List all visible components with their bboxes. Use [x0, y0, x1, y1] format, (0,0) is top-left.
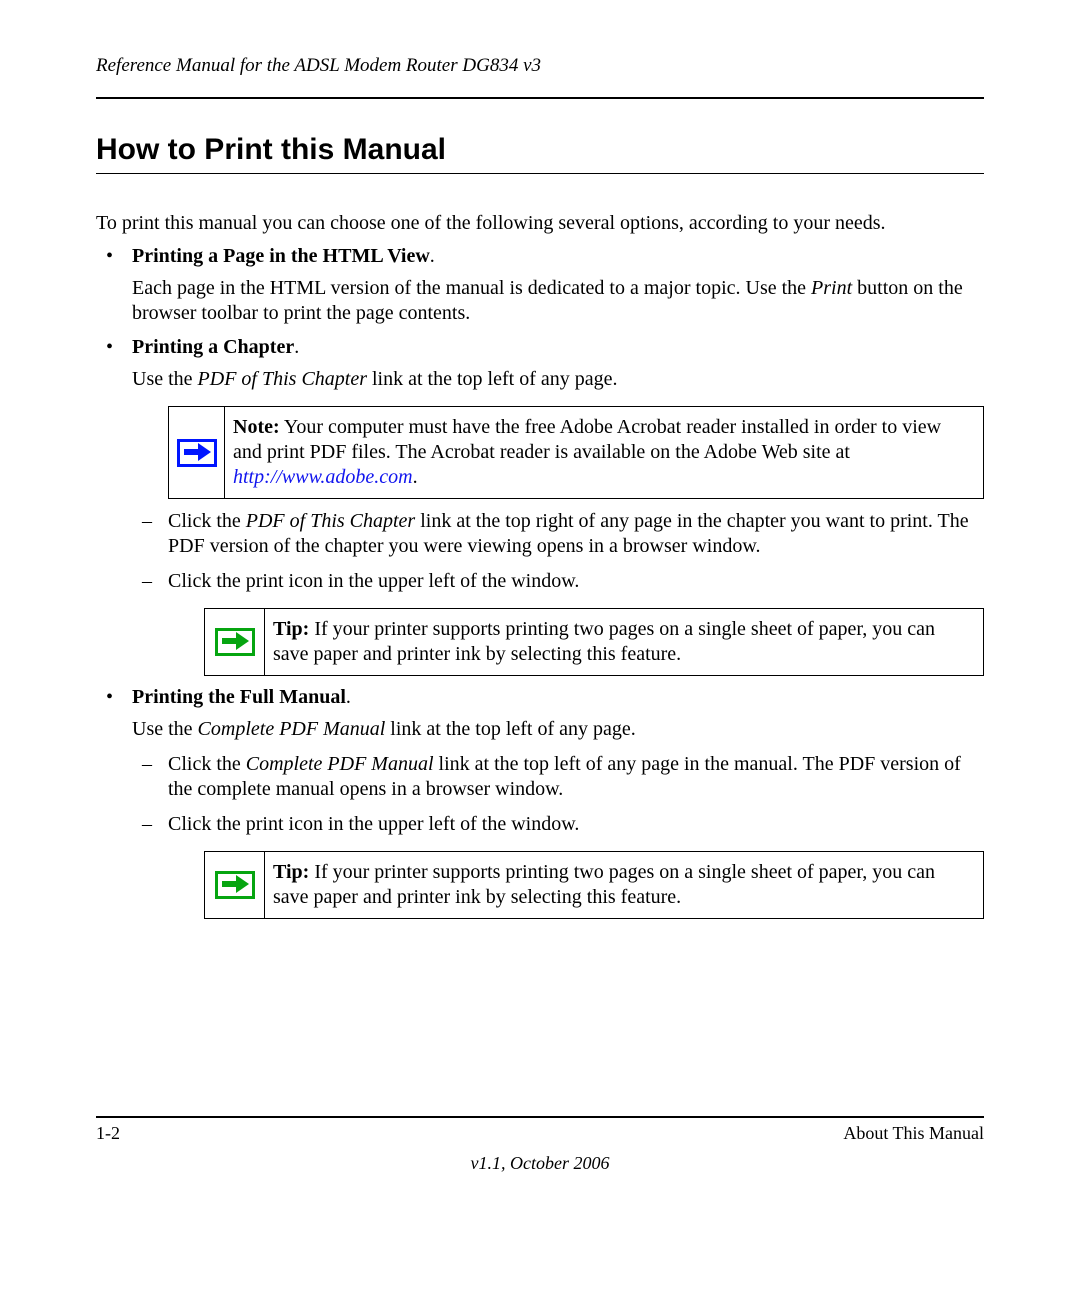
bullet-list: Printing a Page in the HTML View. Each p… — [96, 245, 984, 919]
bullet-item: Printing a Chapter. Use the PDF of This … — [96, 336, 984, 676]
sub-item: Click the Complete PDF Manual link at th… — [132, 752, 984, 802]
tip-lead: Tip: — [273, 861, 309, 883]
italic-text: Print — [811, 277, 852, 299]
text: Click the — [168, 510, 246, 532]
arrow-right-icon — [215, 871, 255, 899]
section-title: How to Print this Manual — [96, 133, 984, 174]
footer-row: 1-2 About This Manual — [96, 1123, 984, 1144]
text: link at the top left of any page. — [367, 368, 617, 390]
document-page: Reference Manual for the ADSL Modem Rout… — [0, 0, 1080, 1296]
arrow-right-icon — [215, 628, 255, 656]
icon-cell — [205, 609, 265, 675]
text: link at the top left of any page. — [385, 718, 635, 740]
text: Click the — [168, 753, 246, 775]
bullet-head-period: . — [430, 245, 435, 267]
note-text: Note: Your computer must have the free A… — [225, 407, 983, 498]
sub-item: Click the print icon in the upper left o… — [132, 569, 984, 594]
bullet-head: Printing a Chapter — [132, 336, 294, 358]
bullet-item: Printing a Page in the HTML View. Each p… — [96, 245, 984, 326]
bullet-head-period: . — [346, 686, 351, 708]
icon-cell — [205, 852, 265, 918]
italic-text: Complete PDF Manual — [246, 753, 434, 775]
running-header: Reference Manual for the ADSL Modem Rout… — [96, 55, 984, 99]
text: Your computer must have the free Adobe A… — [233, 416, 941, 463]
paragraph: Use the PDF of This Chapter link at the … — [132, 367, 984, 392]
italic-text: PDF of This Chapter — [198, 368, 367, 390]
text: If your printer supports printing two pa… — [273, 861, 935, 908]
note-callout: Note: Your computer must have the free A… — [168, 406, 984, 499]
tip-callout: Tip: If your printer supports printing t… — [204, 608, 984, 676]
footer-section: About This Manual — [843, 1123, 984, 1144]
sub-list: Click the PDF of This Chapter link at th… — [132, 509, 984, 594]
footer-rule — [96, 1116, 984, 1118]
text: . — [413, 466, 418, 488]
bullet-head-period: . — [294, 336, 299, 358]
footer-version: v1.1, October 2006 — [0, 1153, 1080, 1174]
page-number: 1-2 — [96, 1123, 120, 1144]
bullet-head: Printing a Page in the HTML View — [132, 245, 430, 267]
sub-item: Click the PDF of This Chapter link at th… — [132, 509, 984, 559]
arrow-right-icon — [177, 439, 217, 467]
bullet-item: Printing the Full Manual. Use the Comple… — [96, 686, 984, 919]
italic-text: PDF of This Chapter — [246, 510, 415, 532]
bullet-head: Printing the Full Manual — [132, 686, 346, 708]
italic-text: Complete PDF Manual — [198, 718, 386, 740]
text: Each page in the HTML version of the man… — [132, 277, 811, 299]
tip-lead: Tip: — [273, 618, 309, 640]
tip-callout: Tip: If your printer supports printing t… — [204, 851, 984, 919]
adobe-link[interactable]: http://www.adobe.com — [233, 466, 413, 488]
intro-paragraph: To print this manual you can choose one … — [96, 212, 984, 235]
text: If your printer supports printing two pa… — [273, 618, 935, 665]
text: Use the — [132, 368, 198, 390]
icon-cell — [169, 407, 225, 498]
paragraph: Use the Complete PDF Manual link at the … — [132, 717, 984, 742]
text: Use the — [132, 718, 198, 740]
sub-list: Click the Complete PDF Manual link at th… — [132, 752, 984, 837]
sub-item: Click the print icon in the upper left o… — [132, 812, 984, 837]
note-lead: Note: — [233, 416, 280, 438]
tip-text: Tip: If your printer supports printing t… — [265, 852, 983, 918]
tip-text: Tip: If your printer supports printing t… — [265, 609, 983, 675]
paragraph: Each page in the HTML version of the man… — [132, 276, 984, 326]
